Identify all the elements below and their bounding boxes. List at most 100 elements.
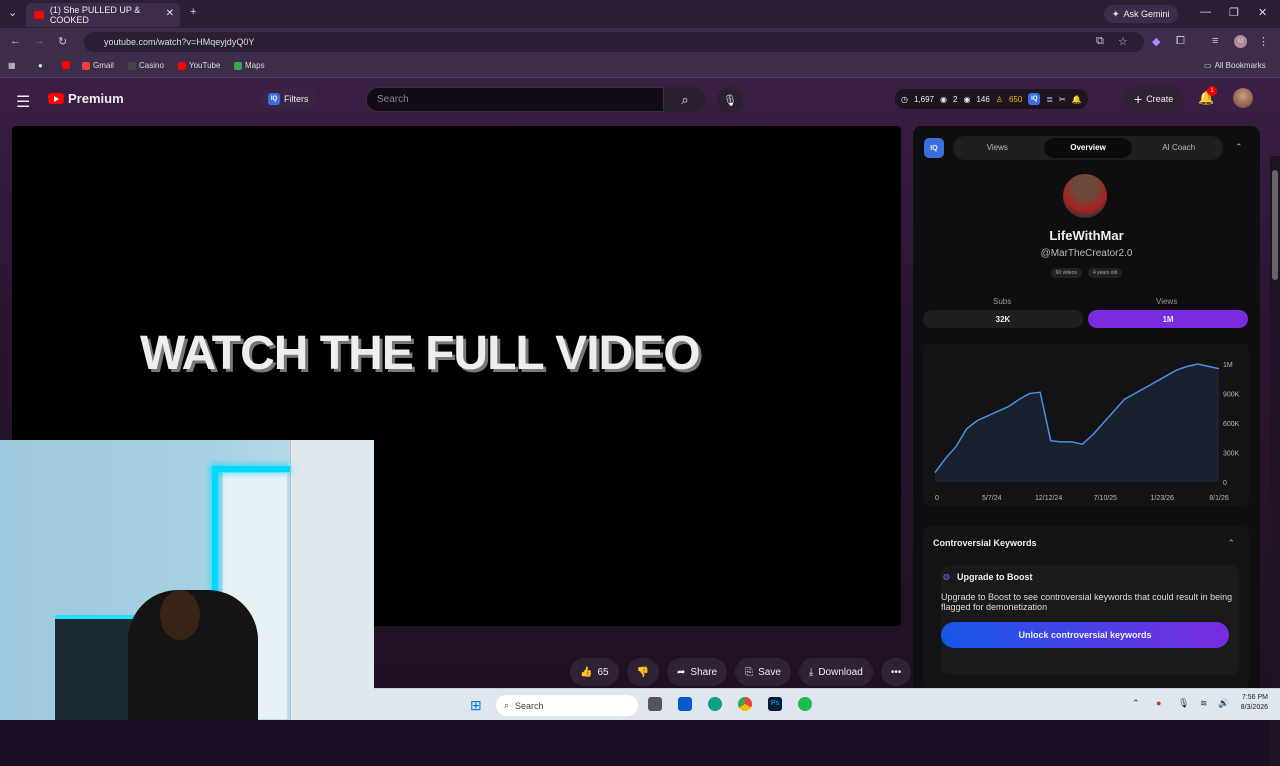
forward-icon[interactable]: → (34, 35, 45, 47)
tab-list-icon[interactable]: ⌄ (8, 6, 17, 19)
views-value[interactable]: 1M (1088, 310, 1248, 328)
minimize-icon[interactable]: — (1200, 6, 1211, 18)
bell-small-icon[interactable]: 🔔 (1072, 95, 1082, 104)
photoshop-icon[interactable]: Ps (768, 697, 782, 711)
bookmark-gmail[interactable]: Gmail (82, 61, 114, 70)
account-avatar[interactable] (1233, 88, 1253, 108)
webcam-overlay (0, 440, 374, 720)
channel-avatar[interactable] (1063, 174, 1107, 218)
thumbs-up-icon: 👍 (580, 666, 593, 678)
download-button[interactable]: ⤓ Download (798, 658, 873, 686)
maps-icon (234, 61, 242, 70)
tab-views[interactable]: Views (953, 138, 1042, 158)
stat-subs: 146 (976, 94, 990, 104)
close-window-icon[interactable]: ✕ (1258, 6, 1267, 19)
task-view-icon[interactable] (648, 697, 662, 711)
chart-area (935, 364, 1219, 482)
unlock-keywords-button[interactable]: Unlock controversial keywords (941, 622, 1229, 648)
subs-value[interactable]: 32K (923, 310, 1083, 328)
iq-icon: IQ (268, 93, 280, 105)
bookmark-icon: ⎘ (745, 666, 754, 678)
voice-search-button[interactable]: 🎙 (717, 87, 743, 113)
iq-icon[interactable]: IQ (1028, 93, 1041, 105)
logo-text: Premium (68, 91, 124, 106)
boost-title: Upgrade to Boost (957, 572, 1033, 582)
download-icon: ⤓ (808, 666, 814, 678)
tray-app-icon[interactable]: ● (1156, 698, 1161, 708)
page-scrollbar[interactable] (1270, 156, 1280, 766)
tool-icon[interactable]: ✂ (1059, 95, 1066, 104)
thumbs-down-icon: 👎 (636, 666, 650, 678)
github-bookmark-icon[interactable]: ● (38, 61, 43, 70)
scrollbar-thumb[interactable] (1272, 170, 1278, 280)
reload-icon[interactable]: ↻ (58, 35, 67, 48)
maximize-icon[interactable]: ❐ (1229, 6, 1239, 19)
filters-button[interactable]: IQ Filters (260, 89, 317, 109)
windows-start-icon[interactable]: ⊞ (470, 697, 482, 714)
channel-chips: 60 videos 4 years old (913, 268, 1260, 278)
apps-grid-icon[interactable]: ▦ (8, 61, 16, 70)
hamburger-menu-icon[interactable]: ☰ (16, 92, 30, 112)
tab-overview[interactable]: Overview (1043, 138, 1133, 158)
wifi-icon[interactable]: ≋ (1200, 698, 1208, 709)
youtube-logo[interactable]: Premium (48, 91, 124, 106)
all-bookmarks[interactable]: ▭ All Bookmarks (1204, 61, 1266, 70)
search-input[interactable]: Search (366, 87, 664, 112)
browser-menu-icon[interactable]: ⋮ (1258, 35, 1269, 48)
views-chart: 1M 900K 600K 300K 0 0 5/7/24 12/12/24 7/10/25 1/2… (923, 344, 1249, 506)
youtube-bookmark-icon[interactable] (62, 61, 70, 69)
folder-icon: ▭ (1204, 61, 1212, 70)
boost-description: Upgrade to Boost to see controversial ke… (941, 592, 1233, 612)
bookmark-casino[interactable]: Casino (128, 61, 164, 70)
close-tab-icon[interactable]: ✕ (166, 8, 174, 19)
dislike-button[interactable]: 👎 (626, 658, 660, 686)
microphone-tray-icon[interactable]: 🎙 (1178, 698, 1189, 709)
filters-label: Filters (284, 94, 309, 104)
chrome-icon[interactable] (738, 697, 752, 711)
system-clock[interactable]: 7:56 PM 8/3/2026 (1241, 693, 1268, 713)
channel-name[interactable]: LifeWithMar (913, 228, 1260, 243)
extension-icon[interactable]: ◆ (1152, 35, 1160, 48)
edge-icon[interactable] (708, 697, 722, 711)
app-icon[interactable] (798, 697, 812, 711)
tab-ai-coach[interactable]: AI Coach (1134, 138, 1223, 158)
list-icon[interactable]: ≣ (1046, 95, 1053, 104)
taskbar-search[interactable]: ⌕ Search (496, 695, 638, 716)
subs-label: Subs (993, 297, 1012, 306)
y-tick-label: 300K (1223, 451, 1240, 458)
url-field[interactable]: youtube.com/watch?v=HMqeyjdyQ0Y (84, 32, 1144, 52)
bookmark-star-icon[interactable]: ☆ (1118, 35, 1128, 48)
store-icon[interactable] (678, 697, 692, 711)
search-icon: ⌕ (504, 700, 510, 710)
bookmark-label: Gmail (93, 61, 114, 70)
create-button[interactable]: + Create (1124, 87, 1184, 111)
browser-tab-bar: ⌄ (1) She PULLED UP & COOKED ✕ + ✦ Ask G… (0, 0, 1280, 28)
volume-icon[interactable]: 🔊 (1218, 698, 1229, 709)
bookmark-maps[interactable]: Maps (234, 61, 265, 70)
profile-avatar-icon[interactable]: M (1234, 35, 1247, 48)
more-actions-button[interactable]: ••• (880, 658, 912, 686)
collapse-chevron-icon[interactable]: ⌃ (1235, 142, 1243, 153)
like-button[interactable]: 👍 65 (570, 658, 619, 686)
download-label: Download (818, 666, 863, 678)
browser-tab[interactable]: (1) She PULLED UP & COOKED ✕ (26, 3, 180, 27)
back-icon[interactable]: ← (10, 35, 21, 47)
save-button[interactable]: ⎘ Save (735, 658, 791, 686)
extensions-puzzle-icon[interactable]: ⧠ (1176, 35, 1185, 48)
y-tick-label: 1M (1223, 362, 1233, 369)
search-button[interactable]: ⌕ (664, 87, 706, 112)
taskbar-search-label: Search (515, 700, 544, 711)
share-button[interactable]: ➦ Share (667, 658, 728, 686)
clock-time: 7:56 PM (1241, 694, 1268, 701)
tray-chevron-icon[interactable]: ⌃ (1132, 698, 1140, 709)
ask-gemini-button[interactable]: ✦ Ask Gemini (1104, 5, 1178, 23)
door-image (290, 440, 374, 720)
collapse-chevron-icon[interactable]: ⌃ (1227, 538, 1235, 549)
iq-logo-icon: IQ (924, 138, 944, 158)
video-overlay-text: WATCH THE FULL VIDEO (140, 327, 701, 380)
tab-search-icon[interactable]: ≡ (1212, 35, 1218, 47)
bookmark-youtube[interactable]: YouTube (178, 61, 220, 70)
y-tick-label: 0 (1223, 480, 1227, 487)
cast-icon[interactable]: ⧉ (1096, 35, 1104, 48)
new-tab-button[interactable]: + (190, 6, 196, 18)
